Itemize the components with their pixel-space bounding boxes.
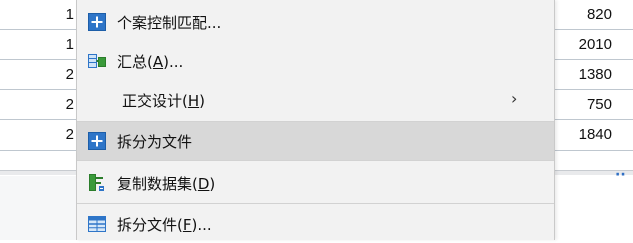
grid-cell[interactable]: 820 [553,0,633,29]
menu-item-label: 拆分文件(F)... [117,216,212,234]
grid-cell[interactable]: 2 [0,60,76,89]
menu-item-split-file[interactable]: 拆分文件(F)... [77,205,554,243]
menu-item-label: 个案控制匹配... [117,14,222,32]
context-menu: 个案控制匹配... 汇总(A)... 正交设计(H) › 拆分为文件 复制数据集… [76,0,555,240]
row-header-area [0,176,77,240]
more-dots-icon[interactable]: ·· [615,168,626,182]
submenu-arrow-icon: › [511,89,518,108]
plus-square-icon [88,132,106,150]
menu-item-orthogonal-design[interactable]: 正交设计(H) › [77,81,554,119]
grid-cell[interactable]: 2 [0,90,76,119]
aggregate-icon [88,52,106,70]
grid-cell[interactable]: 1840 [553,120,633,149]
grid-cell[interactable]: 2010 [553,30,633,59]
menu-separator [77,203,554,204]
grid-cell[interactable]: 1 [0,30,76,59]
split-file-icon [88,215,106,233]
plus-square-icon [88,13,106,31]
menu-item-label: 复制数据集(D) [117,175,216,193]
copy-dataset-icon [88,174,106,192]
menu-item-split-into-files[interactable]: 拆分为文件 [77,122,554,160]
menu-item-aggregate[interactable]: 汇总(A)... [77,42,554,80]
menu-item-label: 汇总(A)... [117,53,184,71]
grid-cell[interactable]: 2 [0,120,76,149]
menu-item-copy-dataset[interactable]: 复制数据集(D) [77,164,554,202]
menu-item-label: 拆分为文件 [117,133,193,151]
menu-item-label: 正交设计(H) [122,92,205,110]
menu-item-case-control-matching[interactable]: 个案控制匹配... [77,3,554,41]
menu-separator [77,160,554,161]
grid-cell[interactable]: 1380 [553,60,633,89]
grid-cell[interactable]: 750 [553,90,633,119]
grid-cell[interactable]: 1 [0,0,76,29]
